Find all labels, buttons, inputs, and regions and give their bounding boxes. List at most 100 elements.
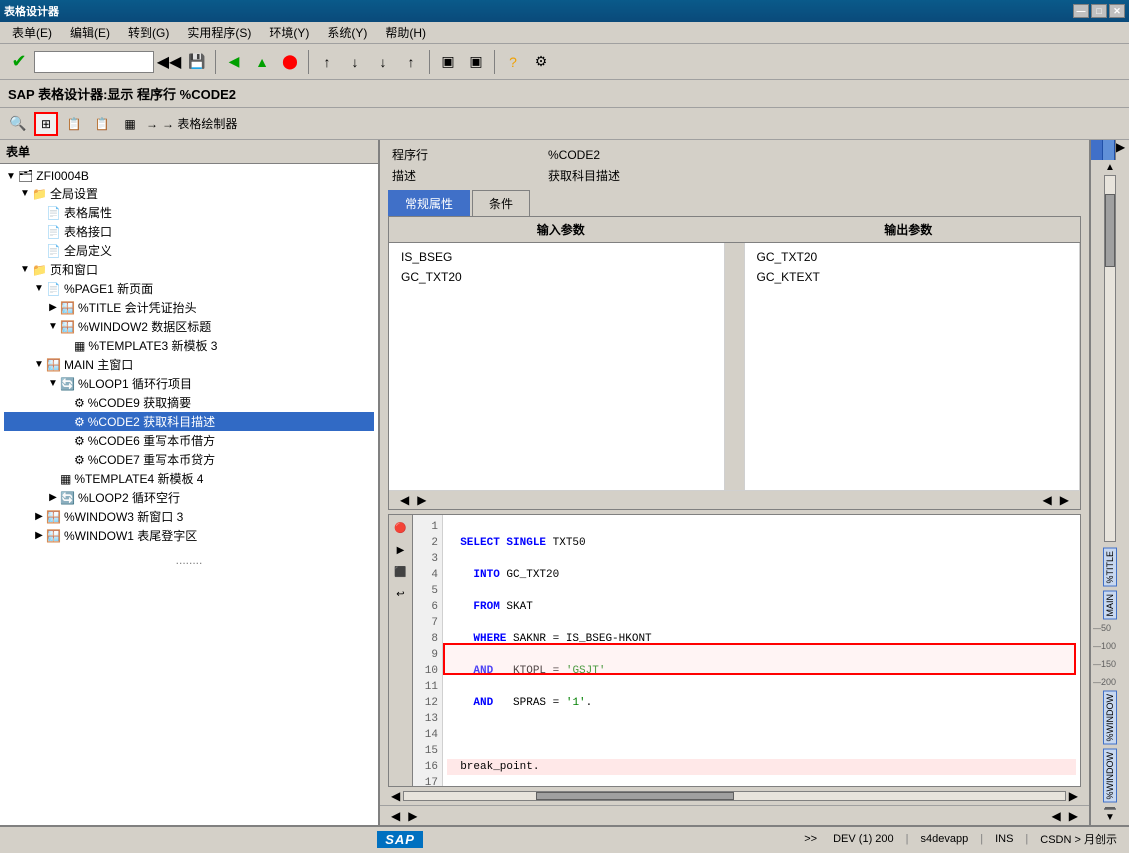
sub-btn4[interactable]: 📋	[90, 112, 114, 136]
toggle-icon[interactable]: ▼	[46, 321, 60, 332]
sub-btn3[interactable]: 📋	[62, 112, 86, 136]
vscroll-thumb-bottom[interactable]	[1105, 807, 1115, 809]
sub-btn1[interactable]: 🔍	[6, 112, 30, 136]
vscroll-thumb[interactable]	[1105, 194, 1115, 267]
mini-label-window1[interactable]: %WINDOW	[1103, 691, 1117, 745]
nav-right[interactable]: ↓	[370, 49, 396, 75]
nav-left-btn[interactable]: ◀	[397, 493, 412, 507]
nav-down[interactable]: ↓	[342, 49, 368, 75]
maximize-button[interactable]: □	[1091, 4, 1107, 18]
hscroll-track[interactable]	[403, 791, 1066, 801]
tree-item-window2[interactable]: ▼ 🪟 %WINDOW2 数据区标题	[4, 317, 374, 336]
select-btn1[interactable]: ▣	[435, 49, 461, 75]
toolbar-combo[interactable]	[34, 51, 154, 73]
sub-btn2-highlighted[interactable]: ⊞	[34, 112, 58, 136]
menu-system[interactable]: 系统(Y)	[319, 22, 375, 43]
hscroll-left[interactable]: ◀	[388, 789, 403, 803]
tree-item-code7[interactable]: ⚙ %CODE7 重写本币贷方	[4, 450, 374, 469]
tree-item-main[interactable]: ▼ 🪟 MAIN 主窗口	[4, 355, 374, 374]
tree-item-global-def[interactable]: 📄 全局定义	[4, 241, 374, 260]
help-btn[interactable]: ?	[500, 49, 526, 75]
tree-item-zfi0004b[interactable]: ▼ 🗂 ZFI0004B	[4, 168, 374, 184]
toggle-icon[interactable]: ▼	[46, 378, 60, 389]
tree-item-code6[interactable]: ⚙ %CODE6 重写本币借方	[4, 431, 374, 450]
settings-btn[interactable]: ⚙	[528, 49, 554, 75]
save-button[interactable]: 💾	[184, 49, 210, 75]
code-btn1[interactable]: 🔴	[391, 519, 411, 539]
hscroll-row: ◀ ▶	[380, 787, 1089, 805]
input-param-0[interactable]: IS_BSEG	[397, 247, 716, 267]
menu-help[interactable]: 帮助(H)	[377, 22, 434, 43]
sub-btn5[interactable]: ▦	[118, 112, 142, 136]
tree-item-template3[interactable]: ▦ %TEMPLATE3 新模板 3	[4, 336, 374, 355]
input-param-1[interactable]: GC_TXT20	[397, 267, 716, 287]
tree-item-window1[interactable]: ▶ 🪟 %WINDOW1 表尾登字区	[4, 526, 374, 545]
mini-label-main[interactable]: MAIN	[1103, 591, 1117, 620]
nav-left-btn2[interactable]: ◀	[1040, 493, 1055, 507]
output-param-1[interactable]: GC_KTEXT	[753, 267, 1072, 287]
table-painter-link[interactable]: → → 表格绘制器	[146, 115, 237, 132]
toggle-icon[interactable]: ▼	[18, 264, 32, 275]
bottom-nav-left-btn[interactable]: ◀	[388, 809, 403, 823]
nav-up[interactable]: ↑	[314, 49, 340, 75]
tree-item-code2[interactable]: ⚙ %CODE2 获取科目描述	[4, 412, 374, 431]
tree-item-table-interface[interactable]: 📄 表格接口	[4, 222, 374, 241]
nav-right-btn2[interactable]: ▶	[1057, 493, 1072, 507]
menu-environment[interactable]: 环境(Y)	[261, 22, 317, 43]
toggle-icon[interactable]: ▼	[32, 283, 46, 294]
code-content[interactable]: SELECT SINGLE TXT50 INTO GC_TXT20 FROM S…	[443, 515, 1080, 787]
tree-item-title[interactable]: ▶ 🪟 %TITLE 会计凭证抬头	[4, 298, 374, 317]
toggle-icon[interactable]: ▼	[18, 188, 32, 199]
vscroll-track[interactable]	[1104, 175, 1116, 542]
tree-item-window3[interactable]: ▶ 🪟 %WINDOW3 新窗口 3	[4, 507, 374, 526]
tree-item-code9[interactable]: ⚙ %CODE9 获取摘要	[4, 393, 374, 412]
tab-conditions[interactable]: 条件	[472, 190, 530, 216]
mini-btn1[interactable]	[1091, 140, 1103, 160]
code-btn4[interactable]: ↩	[391, 585, 411, 605]
tree-item-template4[interactable]: ▦ %TEMPLATE4 新模板 4	[4, 469, 374, 488]
output-param-0[interactable]: GC_TXT20	[753, 247, 1072, 267]
toggle-icon[interactable]: ▼	[32, 359, 46, 370]
tree-item-loop1[interactable]: ▼ 🔄 %LOOP1 循环行项目	[4, 374, 374, 393]
menu-table[interactable]: 表单(E)	[4, 22, 60, 43]
vscroll-up[interactable]: ▲	[1105, 162, 1115, 173]
bottom-nav-left-btn2[interactable]: ◀	[1049, 809, 1064, 823]
toggle-icon[interactable]: ▼	[4, 171, 18, 182]
hscroll-right[interactable]: ▶	[1066, 789, 1081, 803]
up-button[interactable]: ▲	[249, 49, 275, 75]
minimize-button[interactable]: —	[1073, 4, 1089, 18]
mini-btn2[interactable]	[1103, 140, 1115, 160]
vscroll-track-bottom[interactable]	[1104, 808, 1116, 810]
menu-edit[interactable]: 编辑(E)	[62, 22, 118, 43]
mini-label-title[interactable]: %TITLE	[1103, 548, 1117, 587]
tree-item-pages-windows[interactable]: ▼ 📁 页和窗口	[4, 260, 374, 279]
menu-utilities[interactable]: 实用程序(S)	[179, 22, 259, 43]
nav-left[interactable]: ↑	[398, 49, 424, 75]
hscroll-thumb[interactable]	[536, 792, 734, 800]
tree-item-global-settings[interactable]: ▼ 📁 全局设置	[4, 184, 374, 203]
toggle-icon[interactable]: ▶	[32, 530, 46, 541]
nav-right-btn[interactable]: ▶	[414, 493, 429, 507]
back-button[interactable]: ◀◀	[156, 49, 182, 75]
toggle-icon[interactable]: ▶	[46, 302, 60, 313]
code-btn2[interactable]: ▶	[391, 541, 411, 561]
mini-labels-2: %WINDOW %WINDOW	[1091, 689, 1129, 804]
close-button[interactable]: ✕	[1109, 4, 1125, 18]
code-btn3[interactable]: ⬛	[391, 563, 411, 583]
mini-expand-btn[interactable]: ▶	[1115, 140, 1129, 160]
tree-item-page1[interactable]: ▼ 📄 %PAGE1 新页面	[4, 279, 374, 298]
select-btn2[interactable]: ▣	[463, 49, 489, 75]
mini-label-window2[interactable]: %WINDOW	[1103, 749, 1117, 803]
menu-goto[interactable]: 转到(G)	[120, 22, 177, 43]
vscroll-down[interactable]: ▼	[1105, 812, 1115, 823]
toggle-icon[interactable]: ▶	[32, 511, 46, 522]
tree-item-loop2[interactable]: ▶ 🔄 %LOOP2 循环空行	[4, 488, 374, 507]
tab-general[interactable]: 常规属性	[388, 190, 470, 216]
toggle-icon[interactable]: ▶	[46, 492, 60, 503]
checkmark-button[interactable]: ✔	[6, 49, 32, 75]
bottom-nav-right-btn2[interactable]: ▶	[1066, 809, 1081, 823]
stop-button[interactable]: ⬤	[277, 49, 303, 75]
bottom-nav-right-btn[interactable]: ▶	[405, 809, 420, 823]
tree-item-table-props[interactable]: 📄 表格属性	[4, 203, 374, 222]
prev-page-button[interactable]: ◀	[221, 49, 247, 75]
